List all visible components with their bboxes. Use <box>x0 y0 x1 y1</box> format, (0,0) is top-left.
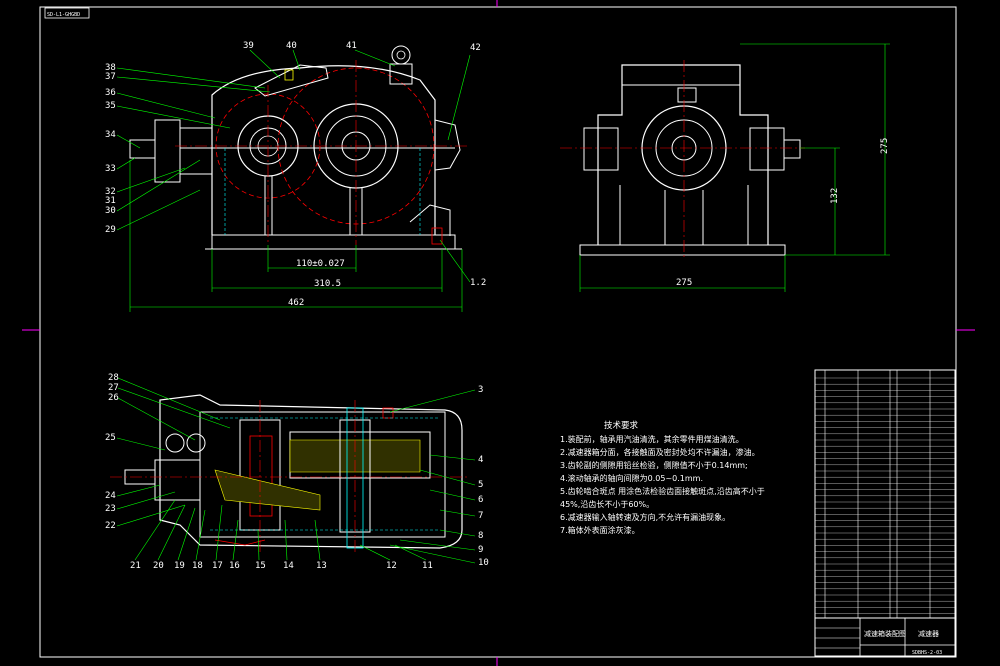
title-stamp: SD-L1-GHGBD <box>47 12 80 18</box>
top-part-label: 4 <box>478 455 483 465</box>
front-part-label: 40 <box>286 41 297 51</box>
tech-req-line-4: 4.滚动轴承的轴向间隙为0.05~0.1mm. <box>560 473 703 483</box>
front-part-label: 37 <box>105 72 116 82</box>
front-view: 110±0.027 310.5 462 <box>116 45 471 312</box>
front-view-labels: 39 40 41 42383736353433323130291.2 <box>105 41 486 288</box>
top-part-label: 10 <box>478 558 489 568</box>
top-part-label: 24 <box>105 491 116 501</box>
front-part-label: 36 <box>105 88 116 98</box>
top-view <box>110 377 476 564</box>
top-part-label: 14 <box>283 561 294 571</box>
front-part-label: 39 <box>243 41 254 51</box>
top-part-label: 16 <box>229 561 240 571</box>
title-block-drawing-name: 减速箱装配图 <box>864 629 906 638</box>
front-part-label: 34 <box>105 130 116 140</box>
dim-center-distance: 110±0.027 <box>296 259 345 269</box>
dim-side-height: 275 <box>880 138 890 154</box>
tech-req-line-8: 7.箱体外表面涂灰漆。 <box>560 525 640 535</box>
top-part-label: 28 <box>108 373 119 383</box>
tech-req-line-5: 5.齿轮啮合斑点 用涂色法检验齿面接触斑点,沿齿高不小于 <box>560 486 765 496</box>
tech-req-line-3: 3.齿轮副的侧隙用铅丝检验，侧隙值不小于0.14mm; <box>560 460 748 470</box>
top-part-label: 18 <box>192 561 203 571</box>
tech-req-line-2: 2.减速器箱分面，各接触面及密封处均不许漏油，渗油。 <box>560 447 760 457</box>
top-part-label: 3 <box>478 385 483 395</box>
drawing-border <box>39 6 957 658</box>
top-part-label: 8 <box>478 531 483 541</box>
cad-drawing-canvas: SD-L1-GHGBD 110±0.027 310.5 462 275 132 … <box>22 0 975 666</box>
title-block-drawing-no: SDBHS-2-03 <box>912 650 942 656</box>
top-part-label: 21 <box>130 561 141 571</box>
dim-side-width: 275 <box>676 278 692 288</box>
front-part-label: 1.2 <box>470 278 486 288</box>
top-part-label: 22 <box>105 521 116 531</box>
top-part-label: 25 <box>105 433 116 443</box>
front-part-label: 41 <box>346 41 357 51</box>
top-part-label: 9 <box>478 545 483 555</box>
top-part-label: 27 <box>108 383 119 393</box>
top-part-label: 5 <box>478 480 483 490</box>
top-part-label: 13 <box>316 561 327 571</box>
tech-req-line-1: 1.装配前，轴承用汽油清洗，其余零件用煤油清洗。 <box>560 434 744 444</box>
title-block-part-name: 减速器 <box>918 629 939 638</box>
tech-req-line-6: 45%,沿齿长不小于60%。 <box>560 499 654 509</box>
top-part-label: 12 <box>386 561 397 571</box>
front-part-label: 31 <box>105 196 116 206</box>
front-part-label: 42 <box>470 43 481 53</box>
dim-side-center: 132 <box>830 188 840 204</box>
top-part-label: 20 <box>153 561 164 571</box>
top-part-label: 19 <box>174 561 185 571</box>
technical-requirements: 技术要求 1.装配前，轴承用汽油清洗，其余零件用煤油清洗。 2.减速器箱分面，各… <box>560 420 765 535</box>
top-part-label: 6 <box>478 495 483 505</box>
dim-overall-length: 462 <box>288 298 304 308</box>
top-part-label: 7 <box>478 511 483 521</box>
dim-base-width: 310.5 <box>314 279 341 289</box>
top-part-label: 17 <box>212 561 223 571</box>
top-part-label: 26 <box>108 393 119 403</box>
front-part-label: 30 <box>105 206 116 216</box>
top-part-label: 23 <box>105 504 116 514</box>
side-view: 275 132 275 <box>560 43 890 292</box>
front-part-label: 29 <box>105 225 116 235</box>
tech-req-line-7: 6.减速器输入轴转速及方向,不允许有漏油现象。 <box>560 512 730 522</box>
top-part-label: 11 <box>422 561 433 571</box>
top-part-label: 15 <box>255 561 266 571</box>
parts-list-table: 减速箱装配图 减速器 SDBHS-2-03 <box>814 369 956 657</box>
front-part-label: 35 <box>105 101 116 111</box>
front-part-label: 33 <box>105 164 116 174</box>
tech-req-heading: 技术要求 <box>604 420 639 431</box>
